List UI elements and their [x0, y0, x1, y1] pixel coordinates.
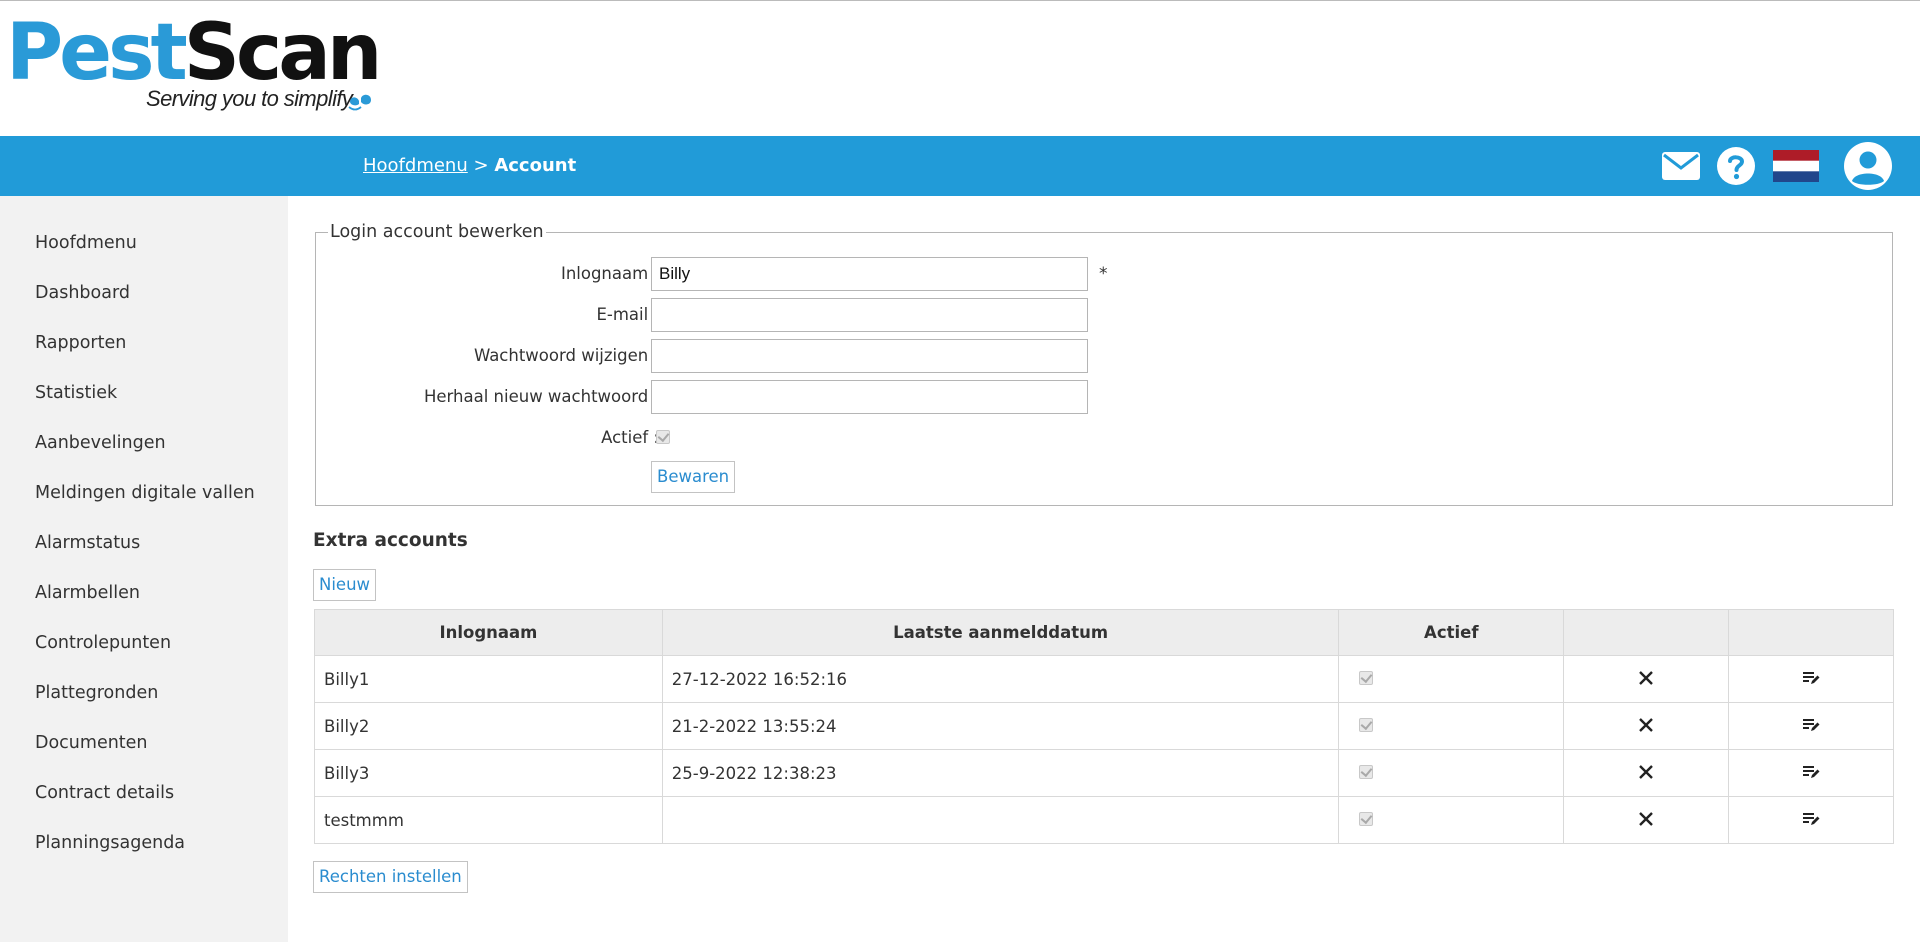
- table-header-row: Inlognaam Laatste aanmelddatum Actief: [314, 609, 1894, 656]
- delete-icon[interactable]: [1639, 764, 1654, 779]
- delete-icon[interactable]: [1639, 811, 1654, 826]
- sidebar-item-plattegronden[interactable]: Plattegronden: [0, 680, 288, 730]
- active-label: Actief :: [601, 428, 659, 447]
- edit-icon[interactable]: [1802, 765, 1820, 779]
- username-label: Inlognaam :: [560, 264, 659, 283]
- active-row: Actief :: [316, 421, 1892, 455]
- cell-delete: [1563, 655, 1730, 703]
- cell-delete: [1563, 796, 1730, 844]
- password-label: Wachtwoord wijzigen :: [473, 346, 659, 365]
- repeat-password-row: Herhaal nieuw wachtwoord :: [316, 380, 1892, 414]
- column-header-edit: [1728, 609, 1894, 656]
- cell-active: [1338, 749, 1565, 797]
- sidebar-item-aanbevelingen[interactable]: Aanbevelingen: [0, 430, 288, 480]
- edit-icon[interactable]: [1802, 718, 1820, 732]
- sidebar-item-dashboard[interactable]: Dashboard: [0, 280, 288, 330]
- column-header-delete: [1563, 609, 1730, 656]
- help-icon[interactable]: [1714, 136, 1758, 196]
- column-header-actief[interactable]: Actief: [1338, 609, 1565, 656]
- cell-edit: [1728, 749, 1894, 797]
- column-header-laatste-aanmelddatum[interactable]: Laatste aanmelddatum: [661, 609, 1340, 656]
- table-row: testmmm: [314, 796, 1894, 844]
- logo-mark-icon: [348, 94, 371, 111]
- sidebar-item-statistiek[interactable]: Statistiek: [0, 380, 288, 430]
- top-rule: [0, 0, 1920, 1]
- table-row: Billy2 21-2-2022 13:55:24: [314, 702, 1894, 750]
- sidebar-menu: Hoofdmenu Dashboard Rapporten Statistiek…: [0, 196, 288, 880]
- cell-username: Billy1: [314, 655, 663, 703]
- cell-last-login: 27-12-2022 16:52:16: [661, 655, 1340, 703]
- sidebar-item-meldingen-digitale-vallen[interactable]: Meldingen digitale vallen: [0, 480, 288, 530]
- username-input[interactable]: Billy: [651, 257, 1088, 291]
- active-checkbox[interactable]: [656, 430, 670, 444]
- extra-accounts-title: Extra accounts: [313, 530, 468, 551]
- mail-icon[interactable]: [1658, 136, 1704, 196]
- sidebar-item-documenten[interactable]: Documenten: [0, 730, 288, 780]
- logo-tagline: Serving you to simplify: [146, 86, 353, 111]
- row-active-checkbox: [1359, 670, 1374, 685]
- table-row: Billy1 27-12-2022 16:52:16: [314, 655, 1894, 703]
- logo-text-pest: Pest: [6, 8, 188, 98]
- cell-active: [1338, 796, 1565, 844]
- cell-active: [1338, 702, 1565, 750]
- breadcrumb-separator: >: [473, 155, 489, 176]
- sidebar-item-hoofdmenu[interactable]: Hoofdmenu: [0, 230, 288, 280]
- cell-active: [1338, 655, 1565, 703]
- column-header-inlognaam[interactable]: Inlognaam: [314, 609, 663, 656]
- user-account-icon[interactable]: [1840, 136, 1896, 196]
- cell-edit: [1728, 796, 1894, 844]
- required-marker: *: [1099, 264, 1108, 284]
- sidebar-item-alarmbellen[interactable]: Alarmbellen: [0, 580, 288, 630]
- sidebar-item-controlepunten[interactable]: Controlepunten: [0, 630, 288, 680]
- repeat-password-input[interactable]: [651, 380, 1088, 414]
- cell-edit: [1728, 702, 1894, 750]
- extra-accounts-table: Inlognaam Laatste aanmelddatum Actief Bi…: [314, 609, 1894, 844]
- password-input[interactable]: [651, 339, 1088, 373]
- flag-nl-icon[interactable]: [1772, 136, 1820, 196]
- row-active-checkbox: [1359, 764, 1374, 779]
- sidebar-item-alarmstatus[interactable]: Alarmstatus: [0, 530, 288, 580]
- cell-last-login: [661, 796, 1340, 844]
- cell-delete: [1563, 749, 1730, 797]
- cell-username: Billy3: [314, 749, 663, 797]
- cell-delete: [1563, 702, 1730, 750]
- row-active-checkbox: [1359, 811, 1374, 826]
- breadcrumb-hoofdmenu-link[interactable]: Hoofdmenu: [363, 155, 468, 176]
- row-active-checkbox: [1359, 717, 1374, 732]
- edit-icon[interactable]: [1802, 671, 1820, 685]
- delete-icon[interactable]: [1639, 717, 1654, 732]
- top-navbar: Hoofdmenu > Account: [0, 136, 1920, 196]
- cell-username: Billy2: [314, 702, 663, 750]
- cell-edit: [1728, 655, 1894, 703]
- delete-icon[interactable]: [1639, 670, 1654, 685]
- password-row: Wachtwoord wijzigen :: [316, 339, 1892, 373]
- pestscan-logo[interactable]: PestScan Serving you to simplify: [6, 14, 382, 114]
- table-row: Billy3 25-9-2022 12:38:23: [314, 749, 1894, 797]
- cell-last-login: 21-2-2022 13:55:24: [661, 702, 1340, 750]
- username-row: Inlognaam : Billy *: [316, 257, 1892, 291]
- sidebar: Hoofdmenu Dashboard Rapporten Statistiek…: [0, 196, 288, 942]
- sidebar-item-rapporten[interactable]: Rapporten: [0, 330, 288, 380]
- logo-wordmark: PestScan: [6, 14, 382, 92]
- sidebar-item-planningsagenda[interactable]: Planningsagenda: [0, 830, 288, 880]
- breadcrumb-current: Account: [494, 155, 577, 176]
- login-account-form: Login account bewerken Inlognaam : Billy…: [315, 222, 1893, 506]
- repeat-password-label: Herhaal nieuw wachtwoord :: [423, 387, 659, 406]
- cell-last-login: 25-9-2022 12:38:23: [661, 749, 1340, 797]
- set-rights-button[interactable]: Rechten instellen: [313, 861, 468, 893]
- sidebar-item-contract-details[interactable]: Contract details: [0, 780, 288, 830]
- email-input[interactable]: [651, 298, 1088, 332]
- breadcrumb: Hoofdmenu > Account: [363, 136, 576, 196]
- edit-icon[interactable]: [1802, 812, 1820, 826]
- form-legend: Login account bewerken: [328, 222, 546, 242]
- new-account-button[interactable]: Nieuw: [313, 569, 377, 601]
- email-label: E-mail :: [596, 305, 659, 324]
- save-button[interactable]: Bewaren: [651, 461, 736, 493]
- cell-username: testmmm: [314, 796, 663, 844]
- logo-text-scan: Scan: [183, 8, 383, 98]
- email-row: E-mail :: [316, 298, 1892, 332]
